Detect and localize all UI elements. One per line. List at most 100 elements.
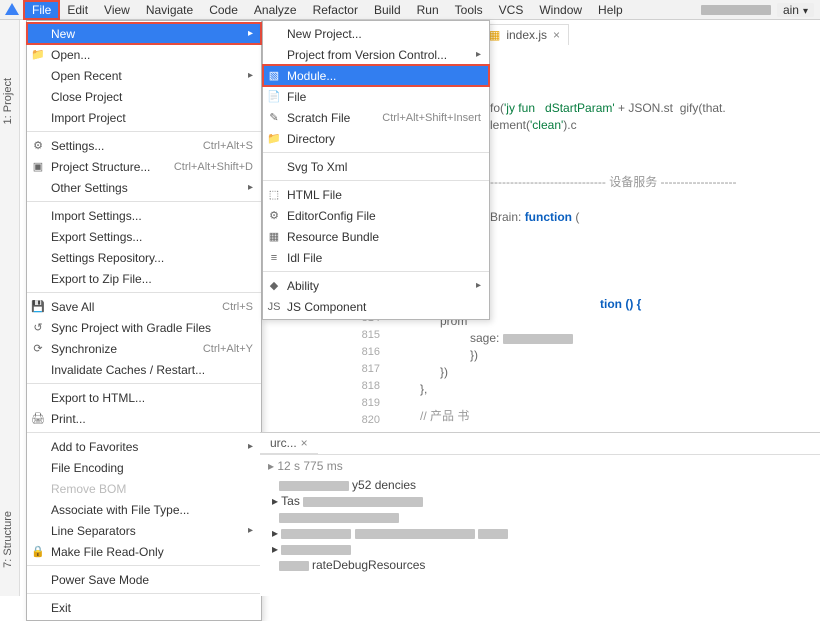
submenu-arrow-icon: ▸: [248, 525, 253, 536]
new-menu-new-project[interactable]: New Project...: [263, 23, 489, 44]
html-icon: ⬚: [267, 188, 281, 202]
tool-tab-structure[interactable]: 7: Structure: [0, 503, 16, 576]
file-menu-settings[interactable]: ⚙Settings...Ctrl+Alt+S: [27, 135, 261, 156]
file-menu-import-settings[interactable]: Import Settings...: [27, 205, 261, 226]
menu-refactor[interactable]: Refactor: [305, 1, 366, 19]
file-menu-settings-repository[interactable]: Settings Repository...: [27, 247, 261, 268]
folder-icon: 📁: [267, 132, 281, 146]
file-menu-add-to-favorites[interactable]: Add to Favorites▸: [27, 436, 261, 457]
line-number: 820: [340, 412, 380, 429]
file-menu-export-to-html[interactable]: Export to HTML...: [27, 387, 261, 408]
new-menu-file[interactable]: 📄File: [263, 86, 489, 107]
file-menu-synchronize[interactable]: ⟳SynchronizeCtrl+Alt+Y: [27, 338, 261, 359]
new-menu-project-from-version-control[interactable]: Project from Version Control...▸: [263, 44, 489, 65]
menu-item-label: Settings...: [51, 139, 193, 153]
build-tab[interactable]: urc... ×: [260, 433, 318, 454]
new-menu-resource-bundle[interactable]: ▦Resource Bundle: [263, 226, 489, 247]
file-menu-export-settings[interactable]: Export Settings...: [27, 226, 261, 247]
build-time: ▸ 12 s 775 ms: [260, 455, 820, 477]
file-menu-close-project[interactable]: Close Project: [27, 86, 261, 107]
file-menu-open[interactable]: 📁Open...: [27, 44, 261, 65]
new-menu-scratch-file[interactable]: ✎Scratch FileCtrl+Alt+Shift+Insert: [263, 107, 489, 128]
menu-separator: [27, 131, 261, 132]
file-menu-file-encoding[interactable]: File Encoding: [27, 457, 261, 478]
menu-item-label: Print...: [51, 412, 253, 426]
menu-item-label: Invalidate Caches / Restart...: [51, 363, 253, 377]
file-menu-power-save-mode[interactable]: Power Save Mode: [27, 569, 261, 590]
menu-item-label: Open Recent: [51, 69, 248, 83]
menu-build[interactable]: Build: [366, 1, 409, 19]
code-keyword: function: [525, 210, 572, 224]
menu-item-label: File: [287, 90, 481, 104]
lock-icon: 🔒: [31, 545, 45, 559]
editorconfig-icon: ⚙: [267, 209, 281, 223]
file-menu-exit[interactable]: Exit: [27, 597, 261, 618]
menu-item-label: Project Structure...: [51, 160, 164, 174]
menu-item-label: Export to HTML...: [51, 391, 253, 405]
file-menu-import-project[interactable]: Import Project: [27, 107, 261, 128]
file-menu-invalidate-caches-restart[interactable]: Invalidate Caches / Restart...: [27, 359, 261, 380]
menu-item-label: Line Separators: [51, 524, 248, 538]
file-menu-save-all[interactable]: 💾Save AllCtrl+S: [27, 296, 261, 317]
file-menu-export-to-zip-file[interactable]: Export to Zip File...: [27, 268, 261, 289]
menu-item-label: Import Settings...: [51, 209, 253, 223]
menu-item-label: Resource Bundle: [287, 230, 481, 244]
menu-help[interactable]: Help: [590, 1, 631, 19]
ability-icon: ◆: [267, 279, 281, 293]
new-menu-editorconfig-file[interactable]: ⚙ EditorConfig File: [263, 205, 489, 226]
file-menu-associate-with-file-type[interactable]: Associate with File Type...: [27, 499, 261, 520]
run-config-selector[interactable]: ain: [777, 3, 814, 17]
code-text: gify(that.: [680, 101, 726, 115]
menu-item-label: Other Settings: [51, 181, 248, 195]
menu-run[interactable]: Run: [409, 1, 447, 19]
new-menu-module[interactable]: ▧Module...: [263, 65, 489, 86]
file-menu-line-separators[interactable]: Line Separators▸: [27, 520, 261, 541]
file-menu-new[interactable]: New▸: [27, 23, 261, 44]
new-menu-directory[interactable]: 📁Directory: [263, 128, 489, 149]
menu-item-label: File Encoding: [51, 461, 253, 475]
file-menu-print[interactable]: 🖨Print...: [27, 408, 261, 429]
line-number: 817: [340, 361, 380, 378]
menu-navigate[interactable]: Navigate: [138, 1, 201, 19]
new-menu-html-file[interactable]: ⬚HTML File: [263, 184, 489, 205]
menu-item-label: Svg To Xml: [287, 160, 481, 174]
menu-item-label: Idl File: [287, 251, 481, 265]
menu-separator: [27, 383, 261, 384]
file-menu-open-recent[interactable]: Open Recent▸: [27, 65, 261, 86]
menu-tools[interactable]: Tools: [447, 1, 491, 19]
menu-item-label: Project from Version Control...: [287, 48, 476, 62]
task-line: y52 dencies: [260, 477, 820, 493]
menu-item-label: EditorConfig File: [287, 209, 481, 223]
new-menu-svg-to-xml[interactable]: Svg To Xml: [263, 156, 489, 177]
menu-separator: [263, 180, 489, 181]
file-menu-sync-project-with-gradle-files[interactable]: ↺Sync Project with Gradle Files: [27, 317, 261, 338]
tool-tab-project[interactable]: 1: Project: [0, 70, 16, 132]
new-menu-idl-file[interactable]: ≡Idl File: [263, 247, 489, 268]
menu-window[interactable]: Window: [531, 1, 590, 19]
menu-view[interactable]: View: [96, 1, 138, 19]
task-line: rateDebugResources: [260, 557, 820, 573]
code-text: 'jy fun: [504, 101, 535, 115]
build-output-panel: urc... × ▸ 12 s 775 ms y52 dencies ▸ Tas…: [260, 432, 820, 596]
file-menu-make-file-read-only[interactable]: 🔒Make File Read-Only: [27, 541, 261, 562]
line-number: 816: [340, 344, 380, 361]
menu-vcs[interactable]: VCS: [491, 1, 532, 19]
submenu-arrow-icon: ▸: [476, 49, 481, 60]
submenu-arrow-icon: ▸: [248, 28, 253, 39]
new-menu-js-component[interactable]: JSJS Component: [263, 296, 489, 317]
gear-icon: ⚙: [31, 139, 45, 153]
menu-code[interactable]: Code: [201, 1, 246, 19]
file-menu-other-settings[interactable]: Other Settings▸: [27, 177, 261, 198]
menu-separator: [263, 271, 489, 272]
menu-item-label: Ability: [287, 279, 476, 293]
menu-file[interactable]: File: [24, 1, 59, 19]
module-icon: ▧: [267, 69, 281, 83]
menu-analyze[interactable]: Analyze: [246, 1, 305, 19]
code-text: sage:: [470, 331, 499, 345]
code-text: lement(: [490, 118, 530, 132]
close-icon[interactable]: ×: [301, 436, 308, 450]
file-menu-project-structure[interactable]: ▣Project Structure...Ctrl+Alt+Shift+D: [27, 156, 261, 177]
new-menu-ability[interactable]: ◆Ability▸: [263, 275, 489, 296]
menu-edit[interactable]: Edit: [59, 1, 96, 19]
left-tool-gutter: 1: Project 7: Structure: [0, 20, 20, 596]
